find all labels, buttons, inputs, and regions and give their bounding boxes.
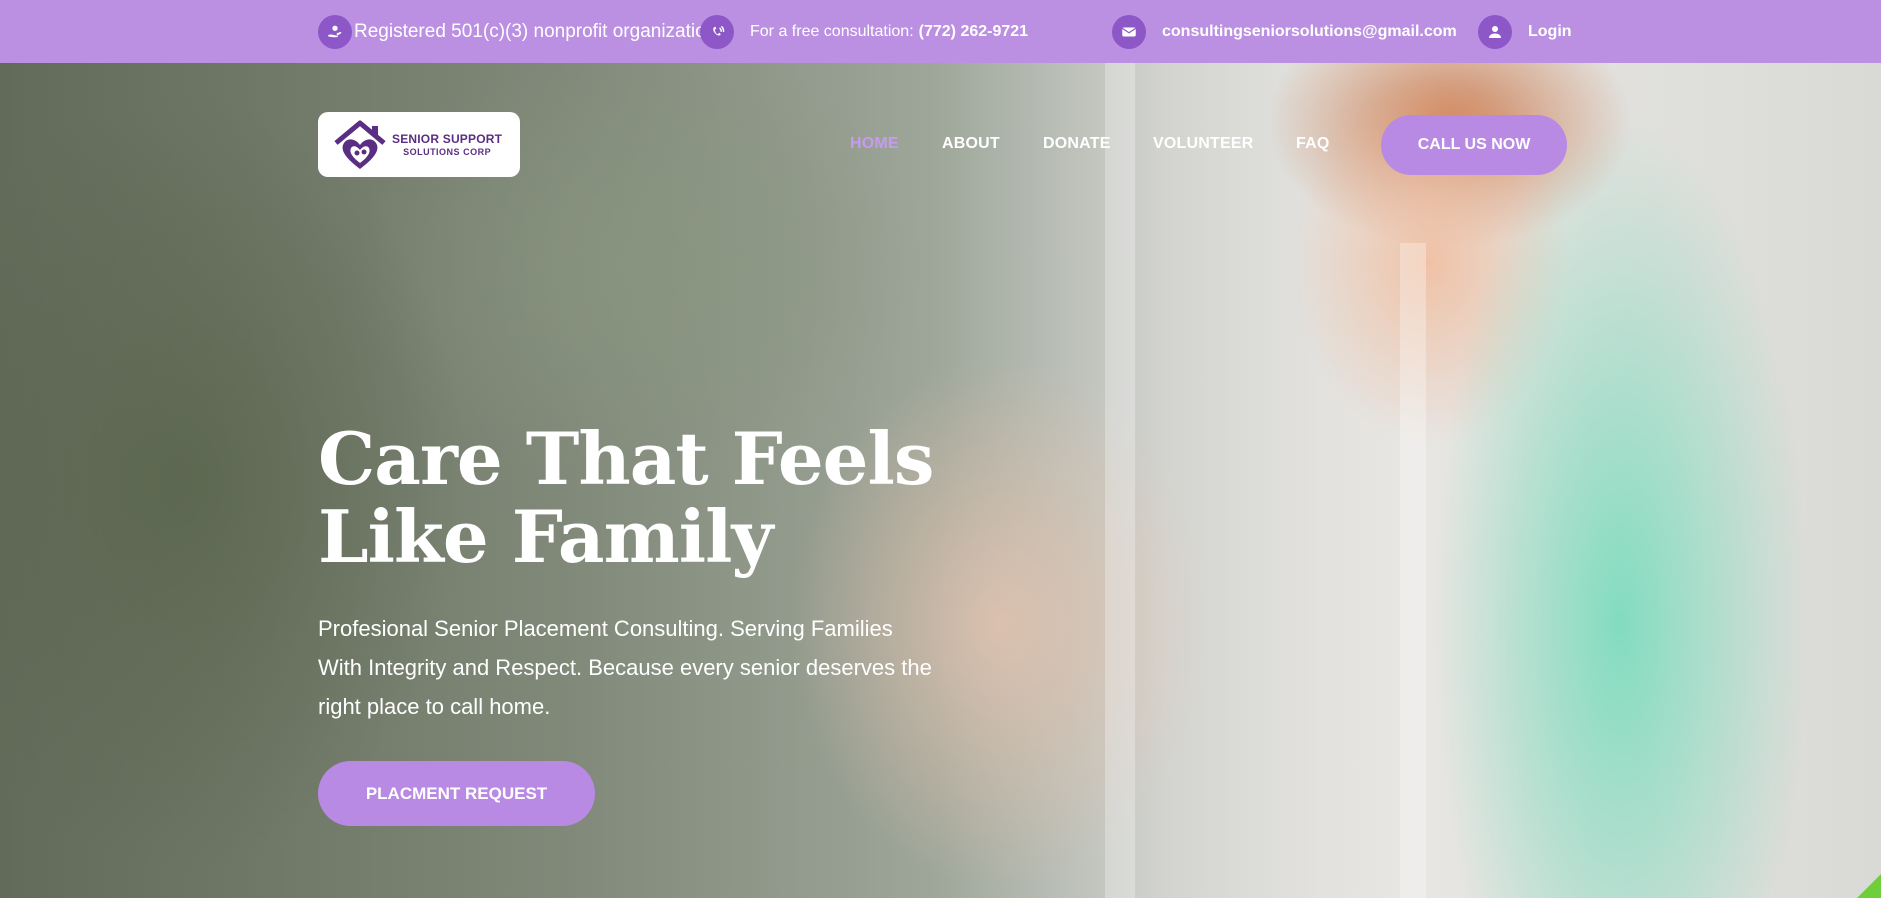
- consult-label: For a free consultation:: [750, 22, 914, 40]
- nonprofit-info: Registered 501(c)(3) nonprofit organizat…: [318, 0, 716, 63]
- login-label[interactable]: Login: [1528, 23, 1572, 41]
- placement-request-button[interactable]: PLACMENT REQUEST: [318, 761, 595, 826]
- call-us-now-button[interactable]: CALL US NOW: [1381, 115, 1567, 175]
- window-frame: [1400, 243, 1426, 898]
- nonprofit-text: Registered 501(c)(3) nonprofit organizat…: [354, 20, 717, 42]
- nav-home[interactable]: HOME: [850, 135, 899, 153]
- user-icon: [1478, 14, 1512, 49]
- phone-number[interactable]: (772) 262-9721: [919, 23, 1028, 41]
- email-info[interactable]: consultingseniorsolutions@gmail.com: [1112, 0, 1457, 63]
- email-address[interactable]: consultingseniorsolutions@gmail.com: [1162, 23, 1457, 41]
- hero-background-image: [0, 63, 1881, 898]
- headline-line2: Like Family: [318, 494, 773, 579]
- main-navigation: HOME ABOUT DONATE VOLUNTEER FAQ: [0, 115, 1881, 175]
- consultation-info[interactable]: For a free consultation: (772) 262-9721: [700, 0, 1028, 63]
- nav-volunteer[interactable]: VOLUNTEER: [1153, 135, 1253, 153]
- hero-headline: Care That Feels Like Family: [318, 420, 934, 579]
- window-frame: [1105, 63, 1135, 898]
- hero-subtext: Profesional Senior Placement Consulting.…: [318, 616, 932, 719]
- hand-heart-icon: [318, 14, 352, 49]
- corner-decoration: [1857, 874, 1881, 898]
- nav-faq[interactable]: FAQ: [1296, 135, 1330, 153]
- headline-line1: Care That Feels: [318, 416, 934, 501]
- top-info-bar: Registered 501(c)(3) nonprofit organizat…: [0, 0, 1881, 63]
- mail-icon: [1112, 14, 1146, 49]
- login-link[interactable]: Login: [1478, 0, 1572, 63]
- nav-donate[interactable]: DONATE: [1043, 135, 1111, 153]
- nav-about[interactable]: ABOUT: [942, 135, 1000, 153]
- phone-icon: [700, 14, 734, 49]
